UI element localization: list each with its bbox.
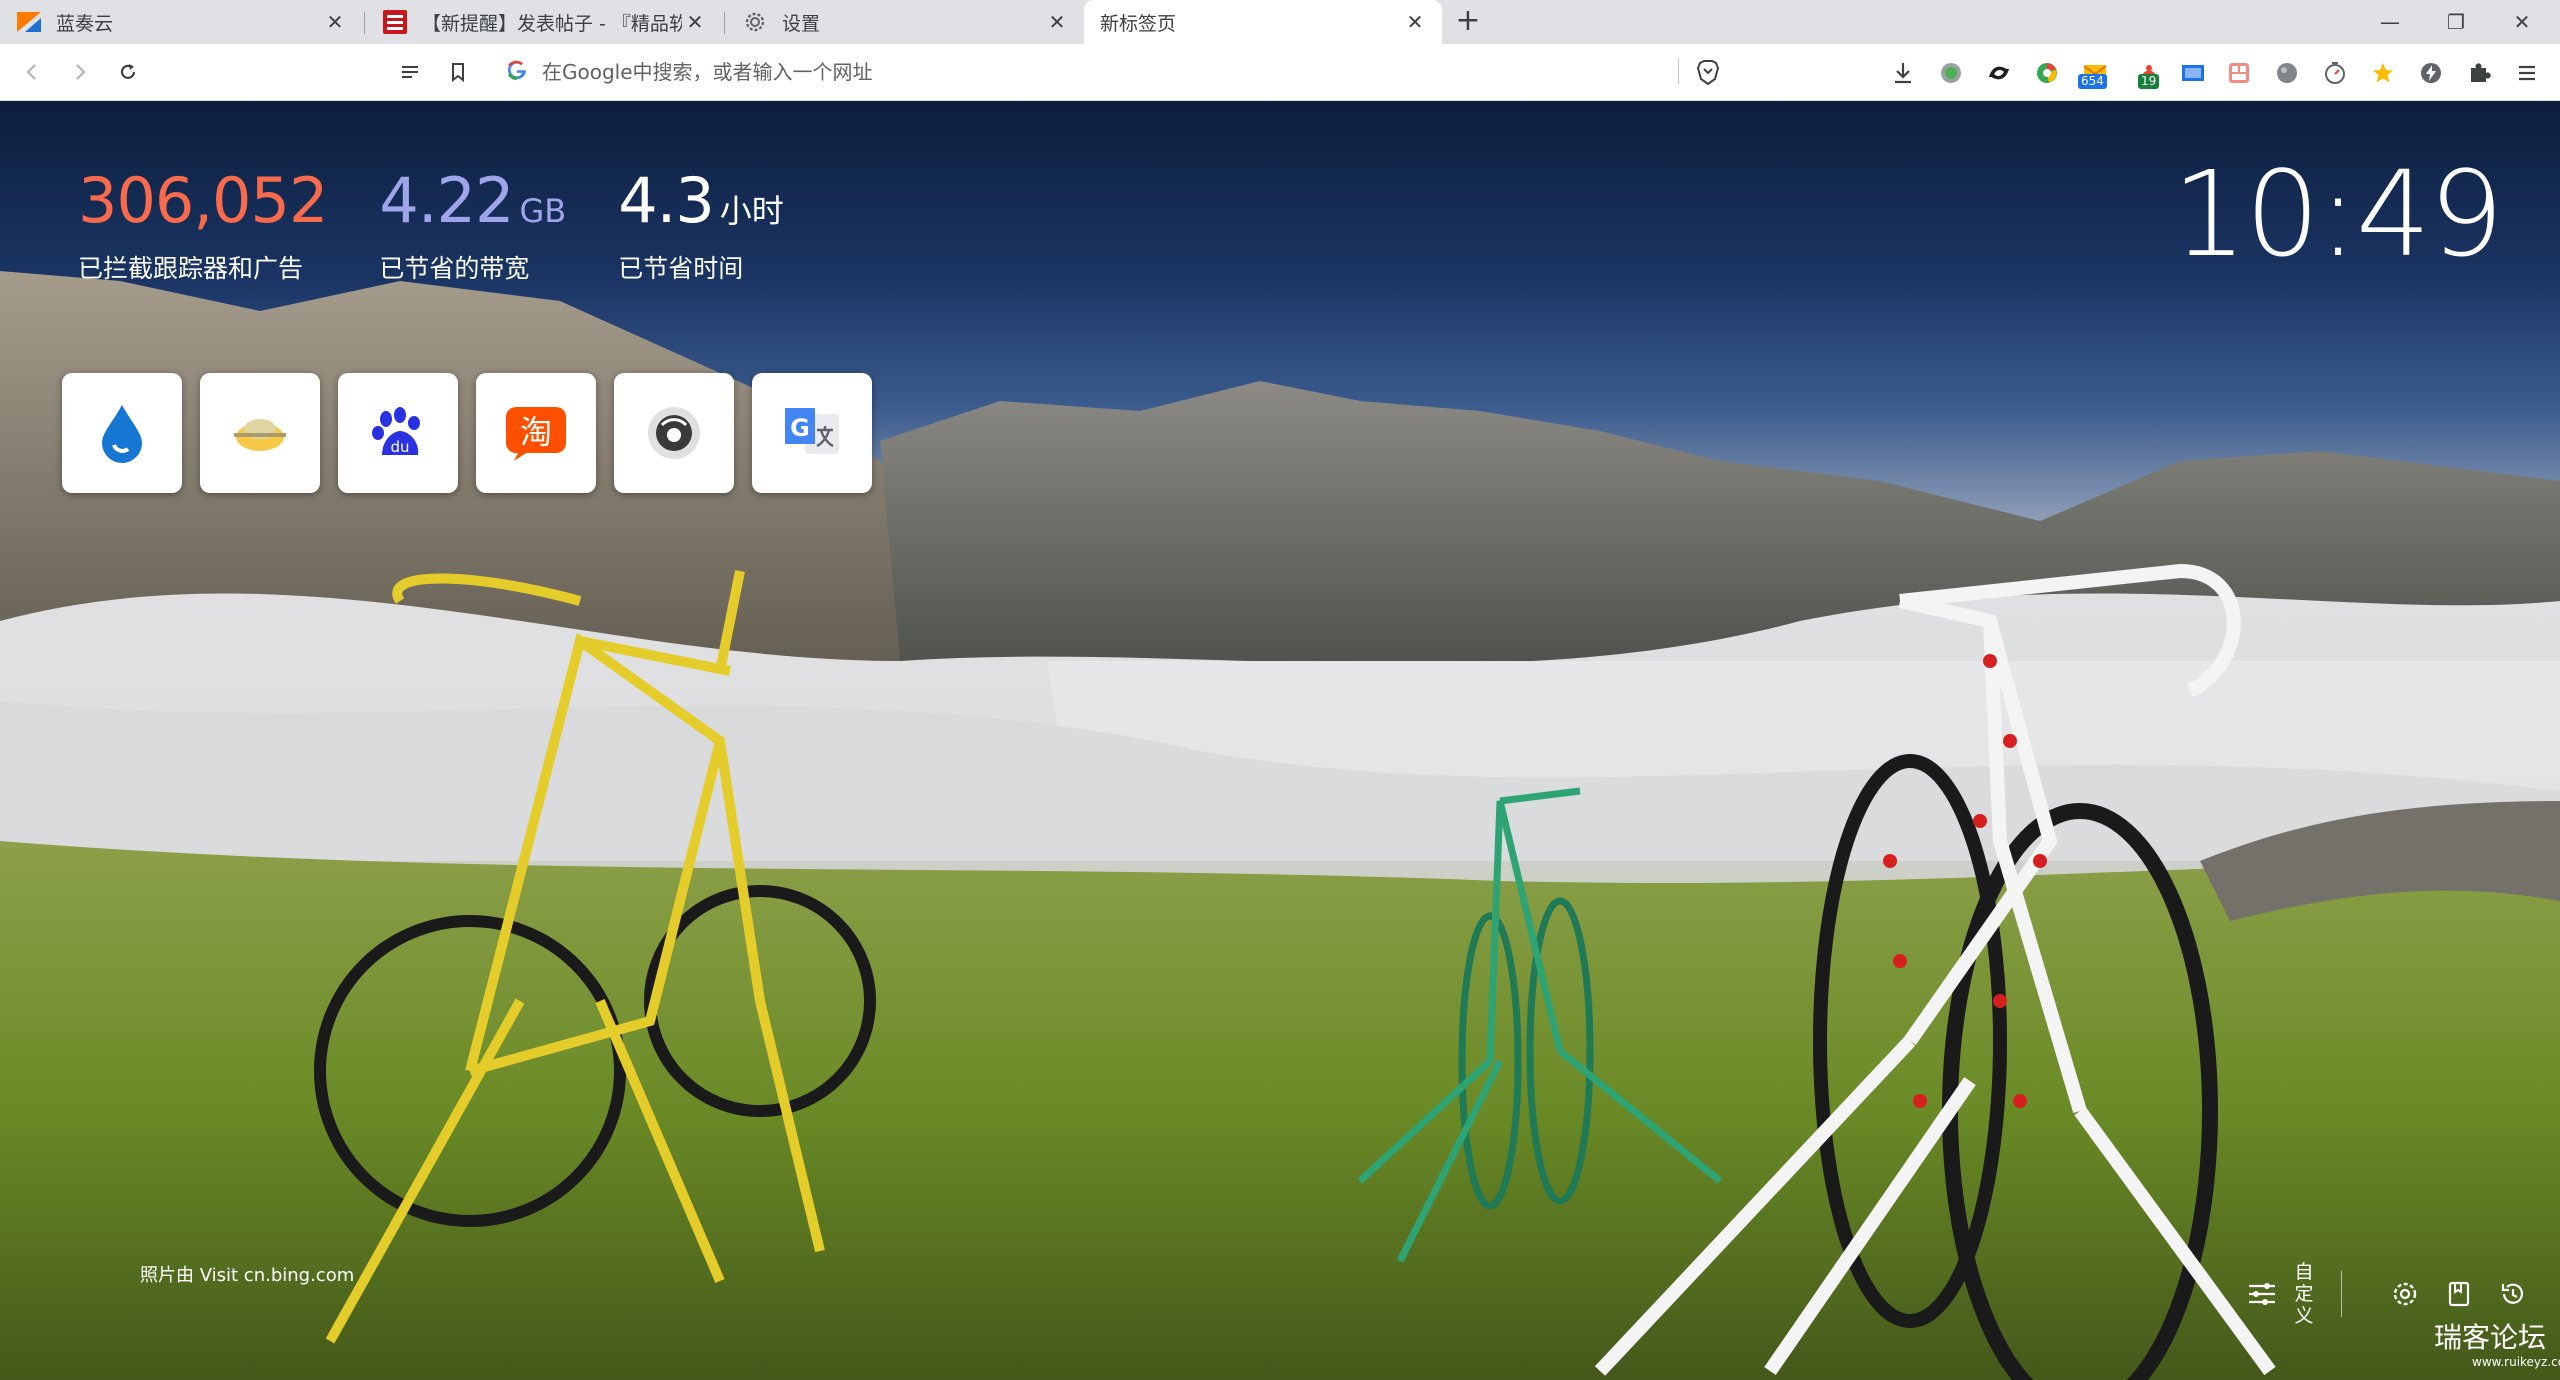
tab-divider <box>364 12 365 34</box>
screenshot-extension-icon[interactable] <box>2178 58 2208 88</box>
watermark-logo: 瑞客论坛 <box>2434 1321 2547 1354</box>
download-icon[interactable] <box>1888 58 1918 88</box>
bookmarks-icon[interactable] <box>2442 1277 2476 1311</box>
tab-lanzou[interactable]: 蓝奏云 ✕ <box>0 0 362 44</box>
stat-unit: GB <box>519 192 567 230</box>
stat-trackers-blocked: 306,052 已拦截跟踪器和广告 <box>78 164 328 285</box>
tab-divider <box>724 12 725 34</box>
site-tile-water[interactable] <box>62 373 182 493</box>
bookmark-icon <box>452 63 464 83</box>
reload-button[interactable] <box>112 56 144 88</box>
water-drop-icon <box>102 405 142 463</box>
history-icon[interactable] <box>2496 1277 2530 1311</box>
tab-title: 新标签页 <box>1100 12 1177 35</box>
brave-stats: 306,052 已拦截跟踪器和广告 4.22 GB 已节省的带宽 4.3 小时 已节… <box>78 167 836 285</box>
brave-shields-button[interactable] <box>1692 56 1724 88</box>
timer-extension-icon[interactable] <box>2320 58 2350 88</box>
reader-mode-button[interactable] <box>394 56 426 88</box>
stat-label: 已节省时间 <box>618 254 744 283</box>
close-icon[interactable]: ✕ <box>322 9 348 35</box>
taobao-icon: 淘 <box>506 407 566 461</box>
address-bar[interactable] <box>490 51 1730 93</box>
toolbar-divider <box>1678 58 1679 84</box>
camera-lens-icon <box>648 407 700 459</box>
svg-text:du: du <box>390 438 409 456</box>
tab-settings[interactable]: 设置 ✕ <box>726 0 1084 44</box>
stat-value: 4.3 <box>618 164 715 237</box>
tab-title: 蓝奏云 <box>56 12 114 35</box>
chrome-color-extension-icon[interactable] <box>2032 58 2062 88</box>
stat-unit: 小时 <box>719 192 784 230</box>
tab-title: 【新提醒】发表帖子 - 『精品软件 <box>422 12 682 35</box>
tab-forum[interactable]: 【新提醒】发表帖子 - 『精品软件 ✕ <box>366 0 722 44</box>
watermark-url: www.ruikeyz.com <box>2472 1355 2560 1369</box>
bookmark-button[interactable] <box>442 56 474 88</box>
google-g-icon <box>506 59 528 85</box>
ntp-controls: 自定义 <box>2245 1261 2530 1327</box>
svg-text:淘: 淘 <box>520 413 552 451</box>
mail-badge: 654 <box>2078 74 2107 89</box>
menu-icon[interactable] <box>2512 58 2542 88</box>
clock: 10:49 <box>2171 145 2504 283</box>
gear-icon <box>742 9 768 35</box>
gray-circle-extension-icon[interactable] <box>2272 58 2302 88</box>
notify-badge: 19 <box>2138 74 2160 89</box>
baidu-paw-icon: du <box>372 407 420 456</box>
stat-label: 已拦截跟踪器和广告 <box>78 254 304 283</box>
customize-label: 自定义 <box>2294 1261 2314 1327</box>
grid-extension-icon[interactable] <box>2224 58 2254 88</box>
window-close-button[interactable]: ✕ <box>2492 0 2552 44</box>
browser-toolbar <box>0 44 2560 101</box>
customize-button[interactable]: 自定义 <box>2245 1261 2315 1327</box>
restore-button[interactable]: ❐ <box>2426 0 2486 44</box>
notify-extension-icon[interactable]: 19 <box>2134 58 2164 89</box>
site-tile-taobao[interactable]: 淘 <box>476 373 596 493</box>
site-tile-bird[interactable] <box>200 373 320 493</box>
background-photo <box>0 271 2560 1380</box>
settings-gear-icon[interactable] <box>2388 1277 2422 1311</box>
site-tile-camera[interactable] <box>614 373 734 493</box>
stat-time-saved: 4.3 小时 已节省时间 <box>618 167 784 285</box>
minimize-button[interactable]: — <box>2360 0 2420 44</box>
star-extension-icon[interactable] <box>2368 58 2398 88</box>
new-tab-page: 306,052 已拦截跟踪器和广告 4.22 GB 已节省的带宽 4.3 小时 已节… <box>0 101 2560 1380</box>
close-icon[interactable]: ✕ <box>1044 9 1070 35</box>
site-tile-baidu[interactable]: du <box>338 373 458 493</box>
google-translate-icon: G <box>785 408 839 454</box>
sliders-icon <box>2249 1283 2275 1305</box>
new-tab-button[interactable]: + <box>1452 6 1484 38</box>
stat-value: 306,052 <box>78 164 328 237</box>
tab-strip: 蓝奏云 ✕ 【新提醒】发表帖子 - 『精品软件 ✕ 设置 ✕ 新标签页 ✕ + … <box>0 0 2560 44</box>
tab-title: 设置 <box>782 12 821 35</box>
list-icon <box>402 66 418 78</box>
lightning-extension-icon[interactable] <box>2416 58 2446 88</box>
mail-extension-icon[interactable]: 654 <box>2078 58 2110 89</box>
site-tile-google-translate[interactable]: G <box>752 373 872 493</box>
forward-arrow-icon <box>76 64 86 80</box>
stat-value: 4.22 <box>379 164 514 237</box>
sync-extension-icon[interactable] <box>1984 58 2014 88</box>
forum-icon <box>382 9 408 35</box>
svg-text:G: G <box>790 414 810 442</box>
tab-new-tab[interactable]: 新标签页 ✕ <box>1084 0 1442 44</box>
lanzou-icon <box>16 9 42 35</box>
bird-icon <box>234 419 286 451</box>
forward-button[interactable] <box>64 56 96 88</box>
omnibox-input[interactable] <box>540 59 1644 85</box>
back-arrow-icon <box>26 64 36 80</box>
photo-credit-link[interactable]: 照片由 Visit cn.bing.com <box>140 1261 354 1287</box>
stat-bandwidth-saved: 4.22 GB 已节省的带宽 <box>379 167 566 285</box>
green-circle-extension-icon[interactable] <box>1936 58 1966 88</box>
back-button[interactable] <box>16 56 48 88</box>
brave-lion-icon <box>1696 60 1720 85</box>
close-icon[interactable]: ✕ <box>1402 9 1428 35</box>
reload-icon <box>120 64 136 79</box>
close-icon[interactable]: ✕ <box>682 9 708 35</box>
controls-divider <box>2341 1271 2342 1317</box>
stat-label: 已节省的带宽 <box>379 254 530 283</box>
top-sites: du 淘 G <box>62 373 890 493</box>
puzzle-icon[interactable] <box>2464 58 2494 88</box>
